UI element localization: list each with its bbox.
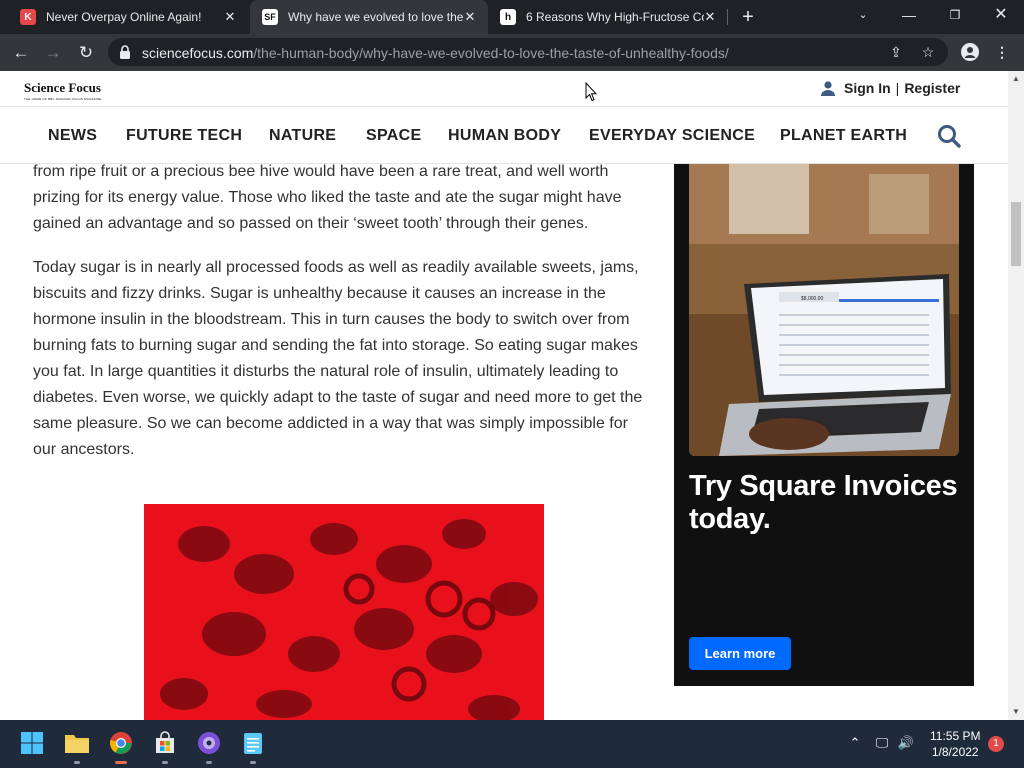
user-icon <box>821 81 835 96</box>
tab-high-fructose[interactable]: h 6 Reasons Why High-Fructose Co ✕ <box>488 0 728 34</box>
laptop-illustration: $8,000.00 <box>689 164 959 456</box>
share-icon[interactable]: ⇪ <box>886 42 906 62</box>
learn-more-button[interactable]: Learn more <box>689 637 791 670</box>
nav-item-human-body[interactable]: HUMAN BODY <box>448 127 561 145</box>
sign-in-link[interactable]: Sign In <box>844 80 891 96</box>
ad-headline: Try Square Invoices today. <box>689 470 958 535</box>
search-icon[interactable] <box>937 124 961 148</box>
browser-toolbar: ← → ↻ sciencefocus.com/the-human-body/wh… <box>0 34 1024 71</box>
tab-never-overpay[interactable]: K Never Overpay Online Again! ✕ <box>8 0 248 34</box>
scroll-up-arrow-icon[interactable]: ▲ <box>1008 72 1024 86</box>
show-hidden-icons-chevron-icon[interactable]: ⌃ <box>846 734 864 752</box>
notification-badge[interactable]: 1 <box>988 736 1004 752</box>
article-image <box>144 504 544 720</box>
tab-separator <box>727 9 728 25</box>
folder-icon <box>65 735 89 753</box>
nav-item-planet-earth[interactable]: PLANET EARTH <box>780 127 907 145</box>
file-explorer-button[interactable] <box>62 728 92 764</box>
address-bar[interactable]: sciencefocus.com/the-human-body/why-have… <box>108 38 948 66</box>
running-indicator <box>206 761 212 764</box>
clock-date: 1/8/2022 <box>931 745 979 759</box>
running-indicator <box>250 761 256 764</box>
store-bag-icon <box>156 731 174 753</box>
tab-search-icon[interactable]: ⌄ <box>840 0 886 30</box>
windows-logo-icon <box>21 732 43 754</box>
chrome-icon <box>110 732 132 754</box>
link-separator: | <box>895 80 900 96</box>
nav-item-everyday-science[interactable]: EVERYDAY SCIENCE <box>589 127 755 145</box>
volume-icon[interactable]: 🔊 <box>897 734 915 752</box>
page-viewport: Science Focus THE HOME OF BBC SCIENCE FO… <box>0 71 1008 720</box>
menu-kebab-icon[interactable]: ⋮ <box>992 42 1012 62</box>
square-invoices-ad[interactable]: $8,000.00 Try Square Invoices today. Lea… <box>674 164 974 686</box>
minimize-icon[interactable]: — <box>886 0 932 30</box>
account-links: Sign In | Register <box>820 80 960 96</box>
tab-science-focus[interactable]: SF Why have we evolved to love the ✕ <box>250 0 488 34</box>
register-link[interactable]: Register <box>904 80 960 96</box>
page-scrollbar[interactable] <box>1008 71 1024 720</box>
start-button[interactable] <box>17 728 47 758</box>
site-nav: NEWS FUTURE TECH NATURE SPACE HUMAN BODY… <box>0 107 1008 164</box>
network-icon[interactable]: 🖵 <box>873 734 891 752</box>
scrollbar-thumb[interactable] <box>1011 202 1021 266</box>
tab-favicon-icon: K <box>20 9 36 25</box>
scroll-down-arrow-icon[interactable]: ▼ <box>1008 705 1024 719</box>
system-clock[interactable]: 11:55 PM 1/8/2022 <box>930 728 980 760</box>
store-button[interactable] <box>150 728 180 764</box>
forward-arrow-icon[interactable]: → <box>40 40 66 66</box>
profile-icon[interactable] <box>961 43 979 61</box>
media-disc-icon <box>198 732 220 754</box>
site-logo[interactable]: Science Focus THE HOME OF BBC SCIENCE FO… <box>24 80 101 101</box>
nav-item-future-tech[interactable]: FUTURE TECH <box>126 127 242 145</box>
reload-icon[interactable]: ↻ <box>73 40 99 66</box>
url-text: sciencefocus.com/the-human-body/why-have… <box>142 45 729 61</box>
media-app-button[interactable] <box>194 728 224 764</box>
article-paragraph: Today sugar is in nearly all processed f… <box>33 259 643 458</box>
mouse-cursor-icon <box>585 82 597 102</box>
svg-text:$8,000.00: $8,000.00 <box>801 296 823 302</box>
ad-laptop-photo: $8,000.00 <box>689 164 959 456</box>
article-paragraph: from ripe fruit or a precious bee hive w… <box>33 163 622 232</box>
honeycomb-illustration <box>144 504 544 720</box>
chrome-taskbar-button[interactable] <box>106 728 136 764</box>
tab-title: Why have we evolved to love the <box>288 10 464 24</box>
tab-close-icon[interactable]: ✕ <box>222 9 238 25</box>
notepad-icon <box>244 733 262 754</box>
tab-favicon-icon: h <box>500 9 516 25</box>
nav-item-nature[interactable]: NATURE <box>269 127 336 145</box>
browser-tab-strip: K Never Overpay Online Again! ✕ SF Why h… <box>0 0 1024 34</box>
running-indicator <box>74 761 80 764</box>
windows-taskbar: ⌃ 🖵 🔊 11:55 PM 1/8/2022 1 <box>0 720 1024 768</box>
lock-icon <box>120 45 130 59</box>
running-indicator <box>162 761 168 764</box>
site-header: Science Focus THE HOME OF BBC SCIENCE FO… <box>0 71 1008 107</box>
tab-title: 6 Reasons Why High-Fructose Co <box>526 10 704 24</box>
window-close-icon[interactable]: ✕ <box>978 0 1024 30</box>
nav-item-news[interactable]: NEWS <box>48 127 97 145</box>
clock-time: 11:55 PM <box>930 729 981 743</box>
back-arrow-icon[interactable]: ← <box>8 40 34 66</box>
tab-close-icon[interactable]: ✕ <box>462 9 478 25</box>
new-tab-icon[interactable]: + <box>738 7 758 27</box>
tab-favicon-icon: SF <box>262 9 278 25</box>
nav-item-space[interactable]: SPACE <box>366 127 421 145</box>
restore-icon[interactable]: ❐ <box>932 0 978 30</box>
notepad-button[interactable] <box>238 728 268 764</box>
bookmark-star-icon[interactable]: ☆ <box>918 42 938 62</box>
tab-close-icon[interactable]: ✕ <box>702 9 718 25</box>
tab-title: Never Overpay Online Again! <box>46 10 202 24</box>
